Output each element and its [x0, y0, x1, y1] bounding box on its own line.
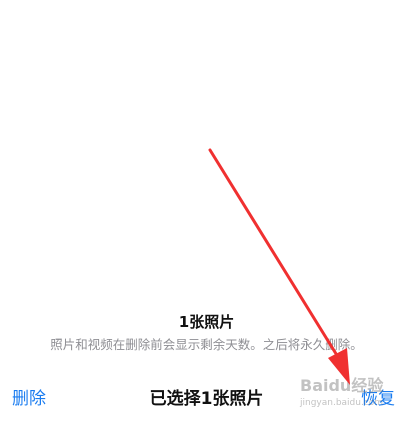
selection-info: 1张照片 照片和视频在删除前会显示剩余天数。之后将永久删除。	[0, 312, 413, 354]
deletion-notice: 照片和视频在删除前会显示剩余天数。之后将永久删除。	[50, 337, 363, 352]
recently-deleted-screen: 1张照片 照片和视频在删除前会显示剩余天数。之后将永久删除。 删除 已选择1张照…	[0, 0, 413, 428]
bottom-toolbar: 删除 已选择1张照片 恢复	[0, 378, 413, 422]
delete-button[interactable]: 删除	[12, 386, 46, 412]
toolbar-selection-title: 已选择1张照片	[149, 389, 264, 409]
restore-button[interactable]: 恢复	[361, 386, 395, 412]
photo-content-area	[0, 0, 413, 300]
selection-count-label: 1张照片	[178, 313, 235, 331]
